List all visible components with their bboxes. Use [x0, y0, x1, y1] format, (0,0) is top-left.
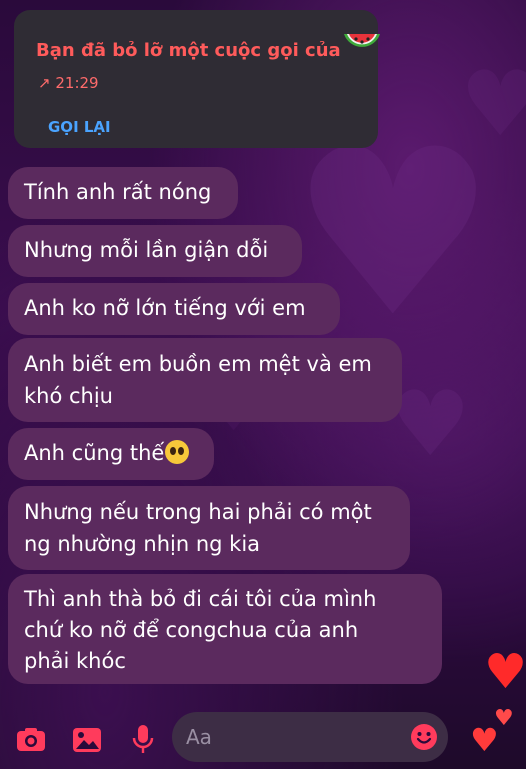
call-time: ↗ 21:29 [38, 74, 99, 92]
pleading-face-icon [165, 440, 190, 464]
floating-heart-icon: ♥ [494, 706, 514, 731]
message-text-line: khó chịu [24, 384, 113, 408]
message-text: Tính anh rất nóng [24, 180, 212, 204]
message-bubble: Anh biết em buồn em mệt và em khó chịu [8, 338, 402, 422]
call-time-value: 21:29 [55, 74, 99, 92]
message-input-placeholder: Aa [186, 725, 212, 749]
message-text-line: ng nhường nhịn ng kia [24, 532, 261, 556]
missed-call-card: Bạn đã bỏ lỡ một cuộc gọi của ↗ 21:29 GỌ… [14, 10, 380, 148]
message-bubble: Anh cũng thế [8, 428, 214, 480]
message-bubble: Tính anh rất nóng [8, 167, 238, 219]
microphone-icon[interactable] [126, 722, 160, 756]
message-bubble: Nhưng mỗi lần giận dỗi [8, 225, 302, 277]
message-bubble: Anh ko nỡ lớn tiếng với em [8, 283, 340, 335]
watermelon-icon [344, 34, 380, 47]
message-text-line: chứ ko nỡ để congchua của anh [24, 618, 359, 642]
message-bubble: Nhưng nếu trong hai phải có một ng nhườn… [8, 486, 410, 570]
call-back-button[interactable]: GỌI LẠI [48, 118, 111, 136]
message-bubble: Thì anh thà bỏ đi cái tôi của mình chứ k… [8, 574, 442, 684]
message-input[interactable]: Aa [172, 712, 448, 762]
message-text-line: phải khóc [24, 649, 126, 673]
camera-icon[interactable] [14, 722, 48, 756]
message-text: Anh cũng thế [24, 441, 165, 465]
message-text-line: Anh biết em buồn em mệt và em [24, 352, 372, 376]
image-icon[interactable] [70, 722, 104, 756]
message-text: Nhưng mỗi lần giận dỗi [24, 238, 269, 262]
missed-call-arrow-icon: ↗ [38, 74, 51, 92]
missed-call-title: Bạn đã bỏ lỡ một cuộc gọi của [36, 40, 341, 61]
background-heart-icon: ♥ [390, 372, 471, 477]
message-text: Anh ko nỡ lớn tiếng với em [24, 296, 306, 320]
message-text-line: Nhưng nếu trong hai phải có một [24, 500, 372, 524]
emoji-icon[interactable] [410, 723, 438, 751]
background-heart-icon: ♥ [460, 52, 526, 157]
floating-heart-icon: ♥ [484, 644, 526, 700]
message-text-line: Thì anh thà bỏ đi cái tôi của mình [24, 587, 377, 611]
